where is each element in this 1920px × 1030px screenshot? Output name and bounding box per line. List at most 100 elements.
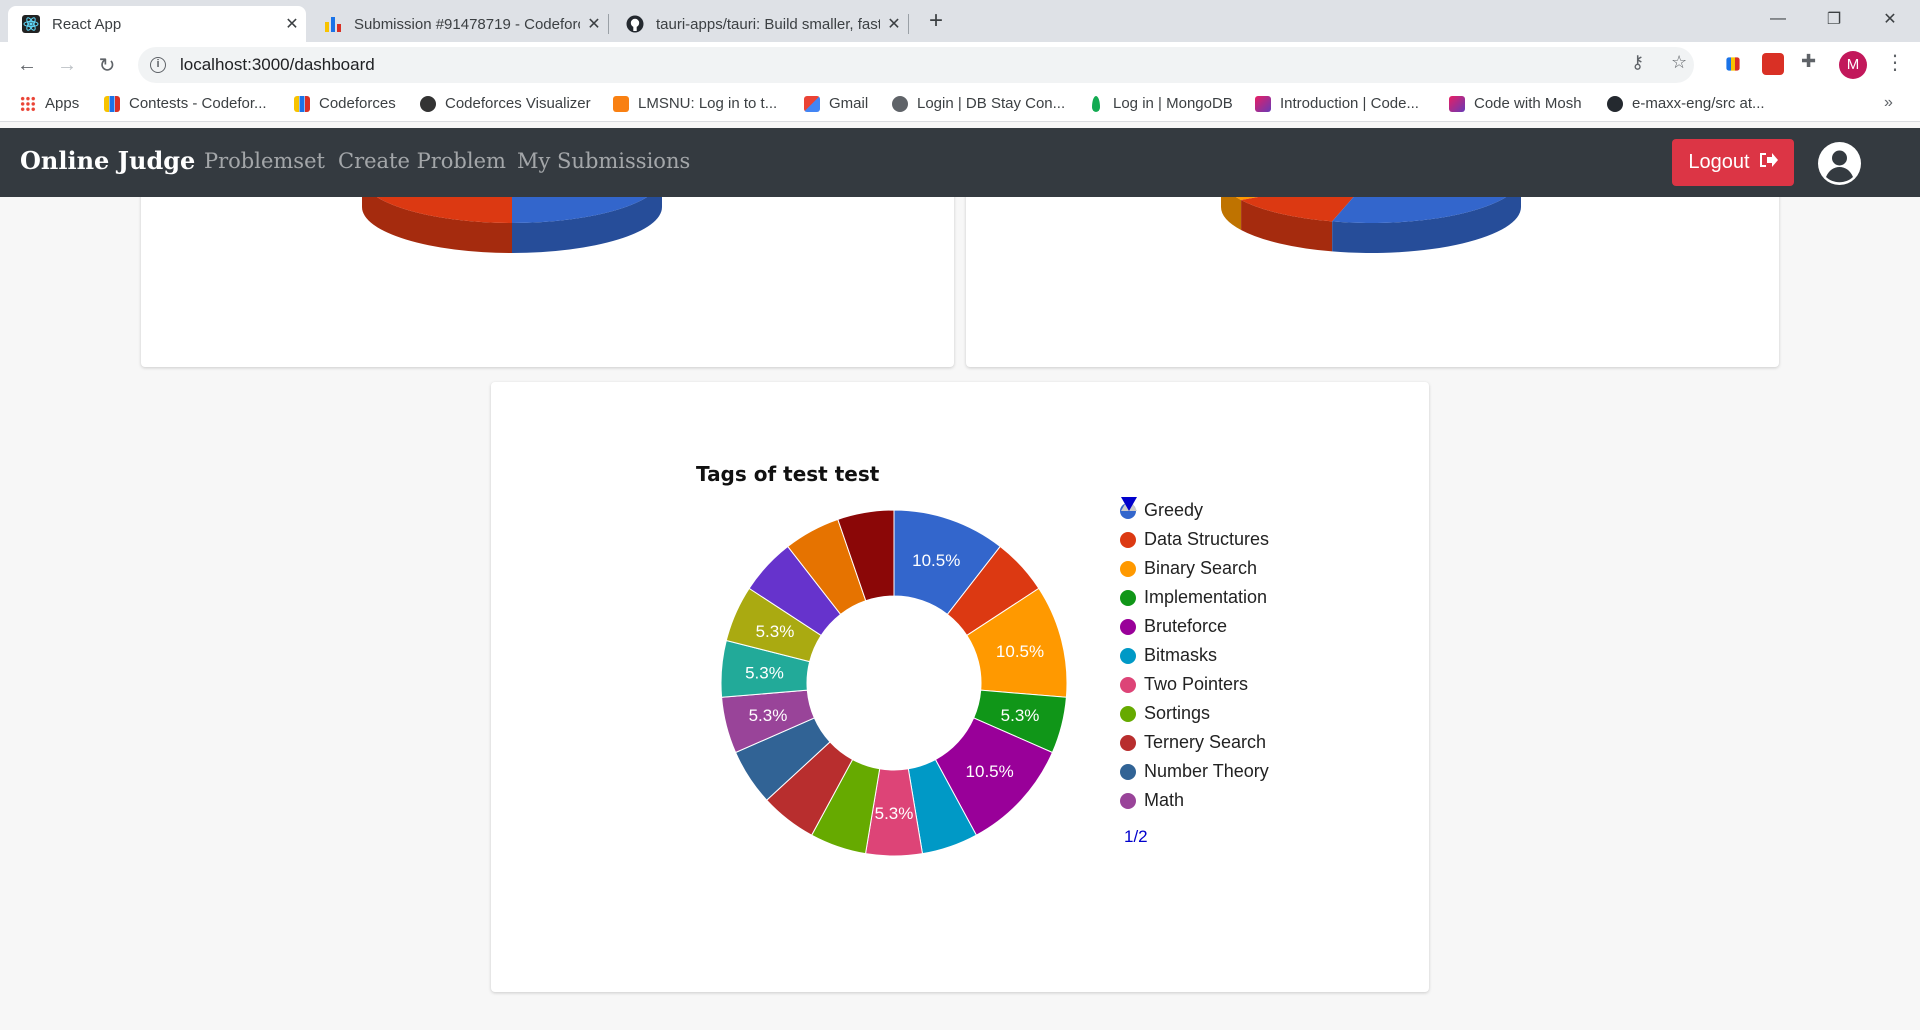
nav-link-my-submissions[interactable]: My Submissions [517,149,690,173]
new-tab-button[interactable]: + [922,8,950,36]
brand-logo[interactable]: Online Judge [20,146,195,175]
pie-chart-right [1221,197,1521,253]
user-avatar-icon[interactable] [1818,142,1861,185]
codeforces-icon [104,95,120,112]
nav-link-problemset[interactable]: Problemset [204,149,325,173]
gmail-icon [804,95,820,112]
bookmark-star-icon[interactable]: ☆ [1671,52,1687,73]
restore-icon[interactable]: ❐ [1806,0,1862,38]
codeforces-icon [294,95,310,112]
legend-item[interactable]: Two Pointers [1120,670,1269,699]
minimize-icon[interactable]: — [1750,0,1806,38]
legend-label: Greedy [1144,500,1204,520]
legend-item[interactable]: Binary Search [1120,554,1269,583]
legend-label: Two Pointers [1144,674,1249,694]
codeforces-extension-icon[interactable] [1726,57,1740,71]
extension-red-icon[interactable] [1762,53,1784,75]
moodle-icon [613,95,629,112]
pie-chart-left [362,197,662,253]
site-info-icon[interactable]: i [150,57,166,73]
legend-swatch [1120,618,1136,635]
tab-separator [608,14,609,34]
bookmark-code-with-mosh[interactable]: Code with Mosh [1449,95,1582,112]
bookmark-label: Contests - Codefor... [129,95,267,112]
legend-label: Binary Search [1144,558,1258,578]
legend-label: Math [1144,790,1185,810]
forward-icon[interactable]: → [52,50,82,80]
legend-swatch [1120,531,1136,548]
reload-icon[interactable]: ↻ [92,50,122,80]
github-icon [626,15,644,33]
slice-label: 10.5% [996,642,1044,661]
legend-label: Bruteforce [1144,616,1228,636]
slice-label: 5.3% [875,804,914,823]
key-icon[interactable]: ⚷ [1631,52,1644,73]
url-text: localhost:3000/dashboard [180,55,375,74]
extensions-puzzle-icon[interactable]: ✚ [1801,51,1816,72]
legend-label: Sortings [1144,703,1211,723]
tab-tauri-github[interactable]: tauri-apps/tauri: Build smaller, faster … [612,6,908,42]
legend-item[interactable]: Ternery Search [1120,728,1269,757]
bookmark-apps[interactable]: Apps [20,95,79,112]
profile-avatar[interactable]: M [1839,51,1867,79]
bookmark-label: Gmail [829,95,869,112]
right-pie-slice-side [1221,197,1242,230]
legend-item[interactable]: Bitmasks [1120,641,1269,670]
tags-chart-card: Tags of test test 10.5% 10.5% 5.3% 10.5% 5.3… [491,382,1429,992]
bookmark-contests-codeforces[interactable]: Contests - Codefor... [104,95,267,112]
bookmark-label: Codeforces Visualizer [445,95,591,112]
legend-item[interactable]: Sortings [1120,699,1269,728]
bookmark-e-maxx[interactable]: e-maxx-eng/src at... [1607,95,1765,112]
tab-title: Submission #91478719 - Codeforces [354,15,580,33]
close-icon[interactable]: ✕ [580,14,608,34]
browser-tab-strip: React App ✕ Submission #91478719 - Codef… [0,0,1920,42]
nav-link-create-problem[interactable]: Create Problem [338,149,506,173]
react-icon [22,15,40,33]
chart-legend: Greedy Data Structures Binary Search Implem… [1120,496,1269,847]
legend-swatch [1120,560,1136,577]
legend-label: Data Structures [1144,529,1270,549]
close-icon[interactable]: ✕ [278,14,306,34]
legend-next-page-icon[interactable] [1120,496,1138,512]
legend-item[interactable]: Math [1120,786,1269,815]
back-icon[interactable]: ← [12,50,42,80]
legend-item[interactable]: Implementation [1120,583,1269,612]
bookmark-lmsnu[interactable]: LMSNU: Log in to t... [613,95,777,112]
window-close-icon[interactable]: ✕ [1862,0,1918,38]
tags-donut-chart: 10.5% 10.5% 5.3% 10.5% 5.3% 5.3% 5.3% 5.3% [720,509,1068,857]
bookmark-label: Login | DB Stay Con... [917,95,1066,112]
tab-separator [908,14,909,34]
bookmark-label: LMSNU: Log in to t... [638,95,778,112]
tab-react-app[interactable]: React App ✕ [8,6,306,42]
globe-icon [892,95,908,112]
tab-codeforces-submission[interactable]: Submission #91478719 - Codeforces ✕ [310,6,608,42]
logout-label: Logout [1688,151,1750,173]
logout-button[interactable]: Logout [1672,139,1794,186]
bookmark-label: Introduction | Code... [1280,95,1419,112]
bookmark-codeforces-visualizer[interactable]: Codeforces Visualizer [420,95,591,112]
legend-label: Bitmasks [1144,645,1218,665]
more-bookmarks-icon[interactable]: » [1884,94,1893,112]
browser-menu-icon[interactable]: ⋮ [1885,50,1905,75]
bookmark-gmail[interactable]: Gmail [804,95,868,112]
close-icon[interactable]: ✕ [880,14,908,34]
sign-out-icon [1758,151,1778,175]
bookmark-introduction-code[interactable]: Introduction | Code... [1255,95,1419,112]
address-bar[interactable]: i localhost:3000/dashboard [138,47,1694,83]
legend-item[interactable]: Bruteforce [1120,612,1269,641]
bookmark-codeforces[interactable]: Codeforces [294,95,396,112]
mosh-icon [1449,95,1465,112]
bookmark-label: e-maxx-eng/src at... [1632,95,1765,112]
legend-label: Number Theory [1144,761,1269,781]
apps-grid-icon [20,95,36,112]
legend-item[interactable]: Greedy [1120,496,1269,525]
bookmark-db-stay-connected[interactable]: Login | DB Stay Con... [892,95,1065,112]
legend-item[interactable]: Data Structures [1120,525,1269,554]
bookmark-mongodb[interactable]: Log in | MongoDB [1088,95,1233,112]
bookmark-label: Apps [45,95,80,112]
browser-toolbar: ← → ↻ i localhost:3000/dashboard ⚷ ☆ ✚ M… [0,42,1920,88]
legend-swatch [1120,647,1136,664]
legend-item[interactable]: Number Theory [1120,757,1269,786]
legend-label: Ternery Search [1144,732,1267,752]
tab-title: React App [52,15,122,33]
